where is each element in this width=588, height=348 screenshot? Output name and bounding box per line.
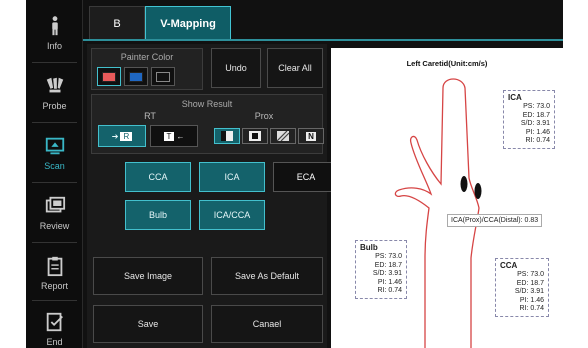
nav-probe[interactable]: Probe bbox=[26, 64, 83, 122]
cca-ed: ED: 18.7 bbox=[516, 279, 544, 287]
ica-pi: PI: 1.46 bbox=[525, 128, 550, 136]
prox-center-icon bbox=[249, 131, 261, 141]
cancel-button[interactable]: Canael bbox=[211, 305, 323, 343]
ica-sd: S/D: 3.91 bbox=[520, 120, 550, 127]
vessel-diagram-pane: Left Caretid(Unit:cm/s) ICA PS: 73.0 ED:… bbox=[331, 48, 563, 348]
cca-button[interactable]: CCA bbox=[125, 162, 191, 192]
tab-v-mapping[interactable]: V-Mapping bbox=[145, 6, 231, 40]
tab-bar: B V-Mapping bbox=[83, 0, 563, 40]
bulb-ps: PS: 73.0 bbox=[375, 253, 402, 260]
nav-report-label: Report bbox=[40, 281, 68, 291]
control-panel: Painter Color Undo Clear All Show Result… bbox=[87, 44, 339, 348]
color-black-button[interactable] bbox=[151, 67, 175, 86]
tab-b[interactable]: B bbox=[89, 6, 145, 40]
ica-cca-ratio: ICA(Prox)/CCA(Distal): 0.83 bbox=[447, 214, 543, 227]
prox-center-button[interactable] bbox=[242, 128, 268, 144]
ica-marker-left bbox=[460, 176, 468, 192]
bulb-ri: RI: 0.74 bbox=[377, 287, 402, 294]
tab-underline bbox=[83, 39, 563, 41]
save-button[interactable]: Save bbox=[93, 305, 203, 343]
prox-n-label: N bbox=[306, 131, 316, 141]
ica-button[interactable]: ICA bbox=[199, 162, 265, 192]
prox-hatch-button[interactable] bbox=[270, 128, 296, 144]
save-image-button[interactable]: Save Image bbox=[93, 257, 203, 295]
bulb-pi: PI: 1.46 bbox=[377, 278, 402, 286]
probe-icon bbox=[46, 77, 63, 93]
left-nav: Info Probe Scan Review Report End bbox=[26, 0, 83, 348]
blue-swatch bbox=[129, 71, 143, 82]
rt-label: RT bbox=[144, 111, 156, 121]
prox-left-icon bbox=[221, 131, 233, 141]
nav-end-label: End bbox=[46, 337, 63, 347]
report-icon bbox=[47, 256, 62, 277]
rt-r-button[interactable]: ➔ R bbox=[98, 125, 146, 147]
cca-stats-title: CCA bbox=[500, 261, 518, 270]
black-swatch bbox=[156, 71, 170, 82]
show-result-title: Show Result bbox=[181, 99, 233, 109]
painter-color-title: Painter Color bbox=[120, 52, 174, 62]
eca-button[interactable]: ECA bbox=[273, 162, 339, 192]
painter-color-group: Painter Color bbox=[91, 48, 203, 90]
nav-review-label: Review bbox=[39, 221, 70, 231]
scan-icon bbox=[45, 137, 64, 155]
nav-scan-label: Scan bbox=[44, 161, 65, 171]
save-as-default-button[interactable]: Save As Default bbox=[211, 257, 323, 295]
cca-ps: PS: 73.0 bbox=[517, 271, 544, 278]
color-blue-button[interactable] bbox=[124, 67, 148, 86]
ica-cca-button[interactable]: ICA/CCA bbox=[199, 200, 265, 230]
nav-info-label: Info bbox=[46, 41, 62, 51]
show-result-group: Show Result RT Prox ➔ R T ← N bbox=[91, 94, 324, 154]
end-icon bbox=[46, 312, 63, 332]
clear-all-button[interactable]: Clear All bbox=[267, 48, 323, 88]
prox-hatch-icon bbox=[277, 131, 289, 141]
rt-t-button[interactable]: T ← bbox=[150, 125, 198, 147]
cca-stats: CCA PS: 73.0 ED: 18.7 S/D: 3.91 PI: 1.46… bbox=[495, 258, 549, 317]
nav-scan[interactable]: Scan bbox=[26, 124, 83, 182]
bulb-sd: S/D: 3.91 bbox=[372, 270, 402, 277]
bulb-stats: Bulb PS: 73.0 ED: 18.7 S/D: 3.91 PI: 1.4… bbox=[355, 240, 407, 299]
bulb-button[interactable]: Bulb bbox=[125, 200, 191, 230]
cca-sd: S/D: 3.91 bbox=[514, 288, 544, 295]
color-red-button[interactable] bbox=[97, 67, 121, 86]
ica-marker-right bbox=[474, 183, 482, 199]
rt-r-label: R bbox=[120, 131, 133, 141]
nav-report[interactable]: Report bbox=[26, 244, 83, 302]
undo-button[interactable]: Undo bbox=[211, 48, 261, 88]
person-icon bbox=[51, 16, 58, 36]
bulb-ed: ED: 18.7 bbox=[374, 261, 402, 269]
ica-ps: PS: 73.0 bbox=[523, 103, 550, 110]
nav-end[interactable]: End bbox=[26, 300, 83, 348]
prox-left-button[interactable] bbox=[214, 128, 240, 144]
ica-ri: RI: 0.74 bbox=[525, 137, 550, 144]
ica-ed: ED: 18.7 bbox=[522, 111, 550, 119]
ica-stats: ICA PS: 73.0 ED: 18.7 S/D: 3.91 PI: 1.46… bbox=[503, 90, 555, 149]
ica-stats-title: ICA bbox=[508, 93, 522, 102]
cca-ri: RI: 0.74 bbox=[519, 305, 544, 312]
prox-n-button[interactable]: N bbox=[298, 128, 324, 144]
review-icon bbox=[45, 196, 65, 213]
nav-info[interactable]: Info bbox=[26, 4, 83, 62]
ultrasound-screen: Info Probe Scan Review Report End B V-Ma… bbox=[26, 0, 563, 348]
rt-t-label: T bbox=[163, 131, 175, 141]
bulb-stats-title: Bulb bbox=[360, 243, 378, 252]
red-swatch bbox=[102, 71, 116, 82]
prox-label: Prox bbox=[254, 111, 274, 121]
nav-review[interactable]: Review bbox=[26, 184, 83, 242]
cca-pi: PI: 1.46 bbox=[519, 296, 544, 304]
nav-probe-label: Probe bbox=[42, 101, 67, 111]
